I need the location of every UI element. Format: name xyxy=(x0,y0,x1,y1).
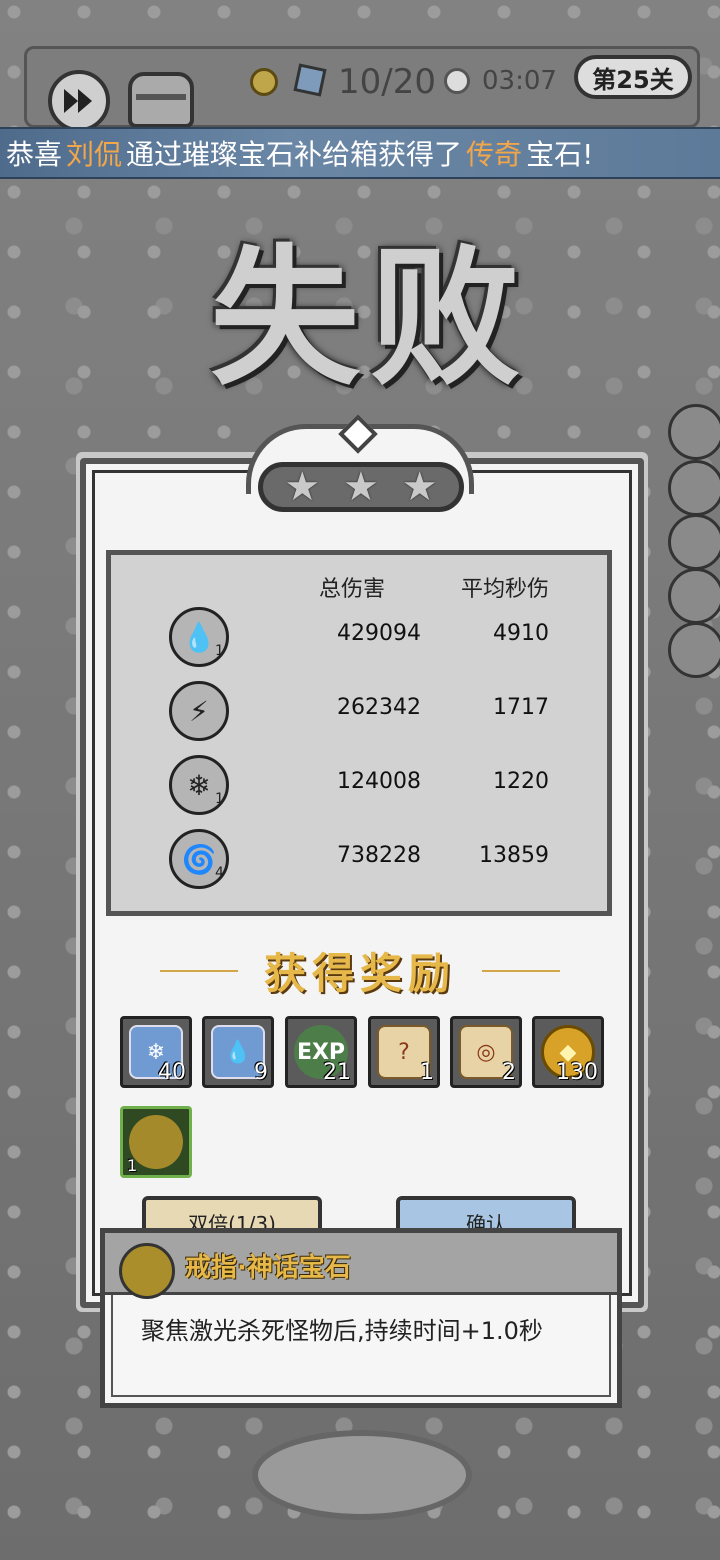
tooltip-header xyxy=(105,1233,617,1295)
clock-icon xyxy=(444,68,470,94)
defeat-title: 失败 xyxy=(209,229,530,406)
skill-level: 1 xyxy=(215,643,224,659)
reward-count: 1 xyxy=(420,1060,434,1085)
tooltip-description: 聚焦激光杀死怪物后,持续时间+1.0秒 xyxy=(141,1317,543,1345)
reward-count: 1 xyxy=(127,1156,138,1175)
star-rating: ★ ★ ★ xyxy=(258,462,464,512)
gem-icon xyxy=(293,63,327,97)
broadcast-banner: 恭喜 刘侃 通过璀璨宝石补给箱获得了 传奇 宝石! xyxy=(0,127,720,179)
stats-row: ❄ 1 124008 1220 xyxy=(111,755,607,815)
header-average-dps: 平均秒伤 xyxy=(461,577,550,602)
stats-row: ⚡ 262342 1717 xyxy=(111,681,607,741)
skill-level: 4 xyxy=(215,865,224,881)
side-skill-icon[interactable] xyxy=(668,568,720,624)
reward-item[interactable]: ? 1 xyxy=(368,1016,440,1088)
side-skill-icon[interactable] xyxy=(668,460,720,516)
stats-row: 🌀 4 738228 13859 xyxy=(111,829,607,889)
broadcast-rarity: 传奇 xyxy=(466,138,523,171)
reward-item[interactable]: ❄ 40 xyxy=(120,1016,192,1088)
fast-forward-button[interactable] xyxy=(48,70,110,132)
ring-gem-icon xyxy=(119,1243,175,1299)
side-skill-icon[interactable] xyxy=(668,514,720,570)
header-total-damage: 总伤害 xyxy=(319,577,386,602)
wave-counter: 10/20 xyxy=(338,62,436,102)
item-tooltip: 戒指·神话宝石 聚焦激光杀死怪物后,持续时间+1.0秒 xyxy=(100,1228,622,1408)
reward-item[interactable]: EXP 21 xyxy=(285,1016,357,1088)
rewards-title: 获得奖励 xyxy=(160,940,560,1000)
reward-count: 40 xyxy=(158,1060,186,1085)
reward-item[interactable]: 💧 9 xyxy=(202,1016,274,1088)
side-skill-icon[interactable] xyxy=(668,404,720,460)
coin-icon xyxy=(250,68,278,96)
reward-count: 21 xyxy=(323,1060,351,1085)
average-dps: 4910 xyxy=(493,621,549,646)
skill-level: 1 xyxy=(215,791,224,807)
reward-item[interactable]: ◎ 2 xyxy=(450,1016,522,1088)
damage-stats-table: 总伤害 平均秒伤 💧 1 429094 4910 ⚡ 262342 1717 ❄… xyxy=(106,550,612,916)
reward-count: 2 xyxy=(502,1060,516,1085)
average-dps: 13859 xyxy=(479,843,549,868)
average-dps: 1220 xyxy=(493,769,549,794)
portal-circle xyxy=(252,1430,472,1520)
total-damage: 738228 xyxy=(337,843,421,868)
tooltip-title: 戒指·神话宝石 xyxy=(185,1253,351,1283)
star-icon: ★ xyxy=(343,464,379,510)
average-dps: 1717 xyxy=(493,695,549,720)
side-skill-icon[interactable] xyxy=(668,622,720,678)
lightning-skill-icon: ⚡ xyxy=(169,681,229,741)
fast-forward-icon xyxy=(64,89,92,113)
reward-count: 9 xyxy=(254,1060,268,1085)
broadcast-suffix: 宝石! xyxy=(526,138,594,171)
star-icon: ★ xyxy=(401,464,438,510)
level-badge: 第25关 xyxy=(574,55,692,99)
total-damage: 429094 xyxy=(337,621,421,646)
stats-row: 💧 1 429094 4910 xyxy=(111,607,607,667)
star-icon: ★ xyxy=(284,464,321,510)
timer: 03:07 xyxy=(482,66,557,96)
broadcast-player: 刘侃 xyxy=(66,138,123,171)
total-damage: 124008 xyxy=(337,769,421,794)
broadcast-prefix: 恭喜 xyxy=(6,138,63,171)
reward-item-selected[interactable]: 1 xyxy=(120,1106,192,1178)
reward-count: 130 xyxy=(556,1060,598,1085)
reward-item[interactable]: ◆ 130 xyxy=(532,1016,604,1088)
treasure-chest-icon[interactable] xyxy=(128,72,194,128)
broadcast-middle: 通过璀璨宝石补给箱获得了 xyxy=(126,138,463,171)
total-damage: 262342 xyxy=(337,695,421,720)
